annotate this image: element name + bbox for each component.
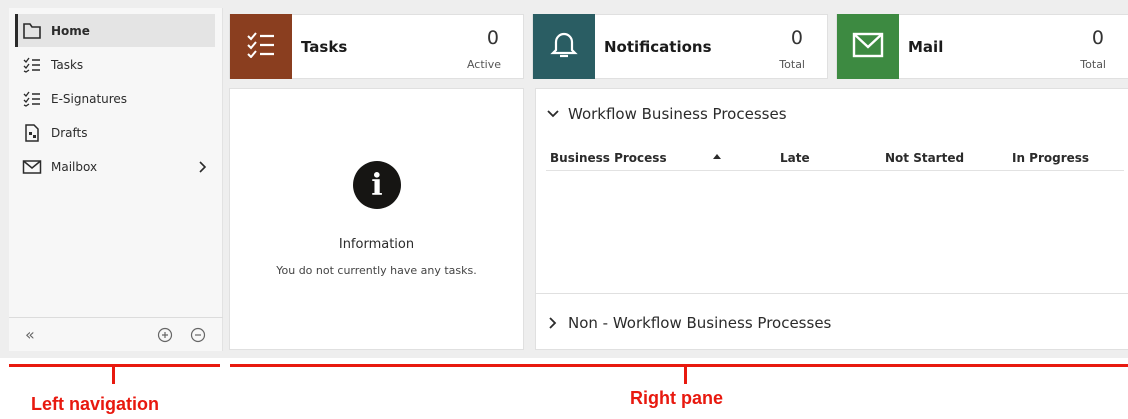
checklist-icon — [246, 31, 276, 62]
nav-item-label: Home — [51, 23, 90, 38]
nav-item-label: Tasks — [51, 57, 84, 72]
card-subtitle: Active — [466, 58, 501, 71]
card-subtitle: Total — [1080, 58, 1106, 71]
notifications-tile — [533, 14, 595, 79]
tasks-tile — [230, 14, 292, 79]
nav-item-drafts[interactable]: Drafts — [15, 116, 215, 149]
mail-tile — [837, 14, 899, 79]
mail-card[interactable]: Mail 0 Total — [836, 14, 1128, 79]
chevron-right-icon — [546, 316, 560, 330]
draft-document-icon — [21, 123, 43, 142]
nav-item-e-signatures[interactable]: E-Signatures — [15, 82, 215, 115]
checklist-icon — [21, 90, 43, 108]
right-pane-bracket — [230, 364, 1128, 367]
left-navigation-bracket-tick — [112, 364, 115, 384]
left-navigation-annotation: Left navigation — [31, 394, 160, 414]
nav-item-label: E-Signatures — [51, 91, 128, 106]
column-header-in-progress[interactable]: In Progress — [1012, 151, 1089, 165]
checklist-icon — [21, 56, 43, 74]
info-title: Information — [338, 237, 415, 252]
non-workflow-section-title: Non - Workflow Business Processes — [568, 314, 832, 332]
right-pane-annotation: Right pane — [630, 388, 723, 408]
home-icon — [21, 22, 43, 40]
collapse-nav-icon[interactable]: « — [25, 325, 35, 344]
column-header-late[interactable]: Late — [780, 151, 810, 165]
chevron-down-icon — [546, 107, 560, 121]
card-count: 0 — [790, 27, 803, 49]
card-count: 0 — [1091, 27, 1104, 49]
nav-item-home[interactable]: Home — [15, 14, 215, 47]
nav-item-label: Mailbox — [51, 159, 98, 174]
info-message: You do not currently have any tasks. — [276, 264, 477, 277]
tasks-card[interactable]: Tasks 0 Active — [229, 14, 524, 79]
card-subtitle: Total — [779, 58, 805, 71]
workflow-panel: Workflow Business Processes Business Pro… — [535, 88, 1128, 350]
right-pane-bracket-tick — [684, 364, 687, 384]
nav-item-label: Drafts — [51, 125, 88, 140]
bell-icon — [550, 30, 578, 64]
information-panel: i Information You do not currently have … — [229, 88, 524, 350]
non-workflow-section-toggle[interactable]: Non - Workflow Business Processes — [546, 314, 831, 332]
zoom-in-icon[interactable] — [157, 327, 173, 343]
nav-item-mailbox[interactable]: Mailbox — [15, 150, 215, 183]
workflow-section-toggle[interactable]: Workflow Business Processes — [546, 105, 787, 123]
chevron-right-icon[interactable] — [195, 160, 209, 174]
card-count: 0 — [486, 27, 499, 49]
mail-icon — [21, 158, 43, 176]
nav-footer: « — [9, 317, 223, 351]
mail-icon — [852, 32, 884, 62]
column-header-business-process[interactable]: Business Process — [550, 151, 667, 165]
zoom-out-icon[interactable] — [190, 327, 206, 343]
workflow-table-header: Business Process Late Not Started In Pro… — [546, 149, 1124, 171]
nav-item-tasks[interactable]: Tasks — [15, 48, 215, 81]
non-workflow-section: Non - Workflow Business Processes — [536, 293, 1128, 350]
left-navigation: Home Tasks E-Signatures Drafts Mailbox « — [9, 8, 223, 351]
sort-ascending-icon[interactable] — [712, 151, 722, 161]
workflow-section-title: Workflow Business Processes — [568, 105, 787, 123]
column-header-not-started[interactable]: Not Started — [885, 151, 964, 165]
notifications-card[interactable]: Notifications 0 Total — [532, 14, 828, 79]
info-icon: i — [353, 161, 401, 209]
